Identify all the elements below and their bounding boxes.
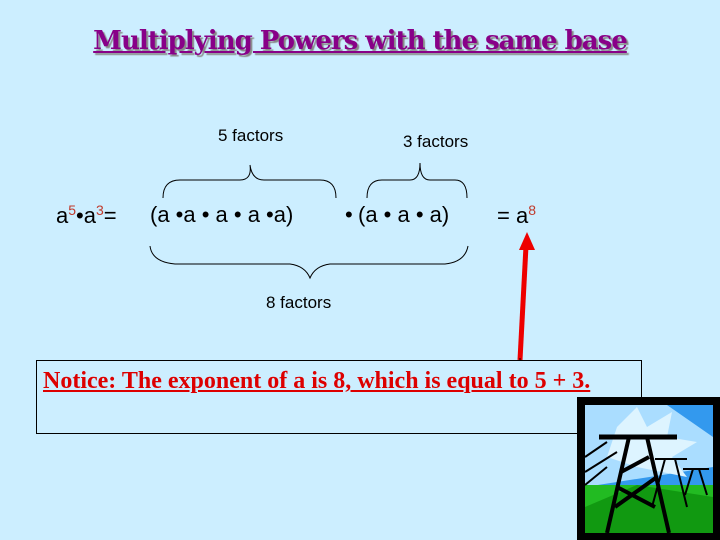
equation-group-five: (a •a • a • a •a) bbox=[150, 202, 294, 227]
equation-left: a5•a3= bbox=[56, 202, 117, 228]
five-factors-brace bbox=[162, 164, 337, 199]
three-factors-brace bbox=[366, 162, 468, 199]
exponent-5: 5 bbox=[68, 202, 77, 218]
power-lines-clipart-icon bbox=[577, 397, 720, 540]
exponent-8: 8 bbox=[528, 202, 536, 218]
equation-group-three: (a • a • a) bbox=[358, 202, 450, 227]
eight-factors-brace bbox=[149, 245, 469, 280]
equation-result: = a8 bbox=[497, 202, 536, 228]
exponent-3: 3 bbox=[96, 202, 104, 218]
arrow-head-icon bbox=[519, 232, 535, 250]
arrow-shaft bbox=[517, 245, 529, 361]
notice-box: Notice: The exponent of a is 8, which is… bbox=[36, 360, 642, 434]
equation-dot: • bbox=[345, 202, 353, 227]
